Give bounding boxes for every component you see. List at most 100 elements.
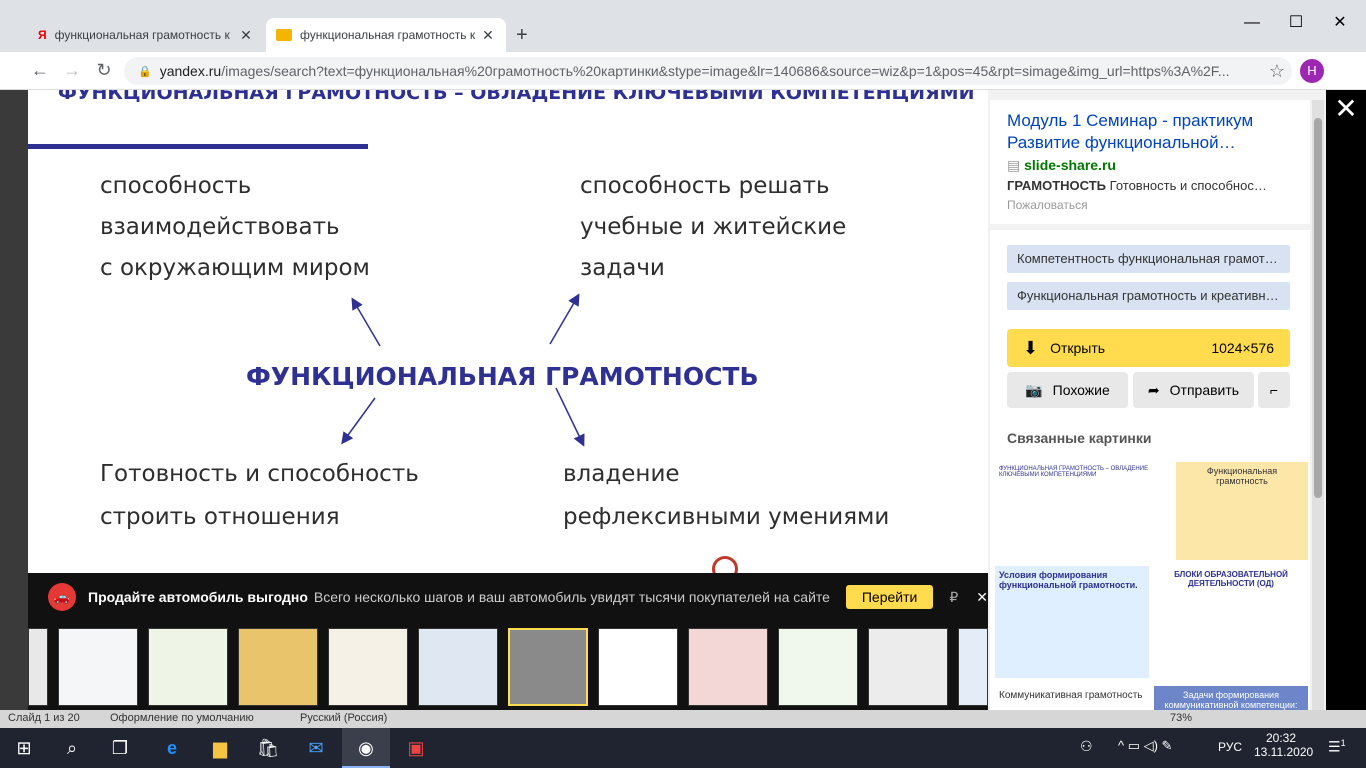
tab-label: функциональная грамотность к [54, 28, 230, 42]
url-host: yandex.ru [159, 63, 222, 79]
related-images-title: Связанные картинки [1007, 430, 1152, 446]
profile-avatar[interactable]: Н [1300, 59, 1324, 83]
related-query-button[interactable]: Функциональная грамотность и креативн… [1007, 282, 1290, 310]
similar-label: Похожие [1052, 382, 1110, 398]
related-image[interactable]: Условия формирования функциональной грам… [995, 566, 1149, 678]
tab-yandex-images[interactable]: функциональная грамотность к ✕ [266, 18, 506, 52]
arrow-down-right [555, 387, 585, 447]
thumbnail[interactable] [28, 628, 48, 706]
ad-banner[interactable]: 🚗 Продайте автомобиль выгодно Всего неск… [28, 573, 988, 621]
theme-name: Оформление по умолчанию [110, 712, 254, 724]
related-image[interactable]: ФУНКЦИОНАЛЬНАЯ ГРАМОТНОСТЬ – ОВЛАДЕНИЕ К… [995, 462, 1171, 560]
thumbnail[interactable] [958, 628, 988, 706]
arrow-down-left [341, 397, 376, 445]
task-view-icon[interactable]: ❐ [96, 728, 144, 768]
tab-close-icon[interactable]: ✕ [238, 27, 254, 44]
sidebar-scrollbar-thumb[interactable] [1314, 118, 1322, 498]
open-image-button[interactable]: ⬇ Открыть 1024×576 [1007, 329, 1290, 367]
bookmark-star-icon[interactable]: ☆ [1262, 61, 1292, 82]
tab-close-icon[interactable]: ✕ [480, 27, 496, 44]
new-tab-button[interactable]: + [516, 24, 528, 47]
thumbnail[interactable] [688, 628, 768, 706]
people-icon[interactable]: ⚇ [1080, 738, 1093, 755]
thumbnail[interactable] [328, 628, 408, 706]
tray-icons[interactable]: ^ ▭ ◁) ✎ [1118, 738, 1172, 754]
source-site-text: slide-share.ru [1024, 157, 1116, 173]
close-viewer-button[interactable]: ✕ [1330, 94, 1362, 126]
ad-close-icon[interactable]: ✕ [976, 589, 988, 606]
thumbnail[interactable] [238, 628, 318, 706]
source-snippet: ГРАМОТНОСТЬ Готовность и способнос… [1007, 178, 1297, 193]
bookmark-icon: ⌐ [1269, 382, 1279, 398]
snippet-text: Готовность и способнос… [1106, 178, 1267, 193]
thumbnail-strip [28, 621, 988, 710]
ad-go-button[interactable]: Перейти [845, 585, 934, 609]
slide-count: Слайд 1 из 20 [8, 712, 80, 724]
related-query-button[interactable]: Компетентность функциональная грамот… [1007, 245, 1290, 273]
ad-text: Всего несколько шагов и ваш автомобиль у… [313, 589, 834, 605]
ad-title: Продайте автомобиль выгодно [88, 589, 308, 605]
related-image[interactable]: БЛОКИ ОБРАЗОВАТЕЛЬНОЙ ДЕЯТЕЛЬНОСТИ (ОД) [1154, 566, 1308, 678]
image-size: 1024×576 [1211, 340, 1274, 356]
arrow-up-left [351, 297, 381, 347]
share-label: Отправить [1169, 382, 1240, 398]
zoom-level: 73% [1170, 712, 1193, 724]
share-arrow-icon: ➦ [1147, 381, 1160, 398]
thumbnail[interactable] [778, 628, 858, 706]
clock[interactable]: 20:32 13.11.2020 [1254, 731, 1313, 759]
windows-start-icon[interactable]: ⊞ [0, 728, 48, 768]
reload-button[interactable]: ↻ [92, 58, 116, 82]
maximize-button[interactable]: ☐ [1276, 8, 1316, 38]
background-status-bar: Слайд 1 из 20 Оформление по умолчанию Ру… [0, 710, 1366, 728]
thumbnail[interactable] [598, 628, 678, 706]
notification-count: 1 [1340, 738, 1346, 748]
car-icon: 🚗 [48, 583, 76, 611]
source-title-link[interactable]: Модуль 1 Семинар - практикум Развитие фу… [1007, 110, 1297, 154]
clock-time: 20:32 [1265, 731, 1297, 745]
tab-yandex-search[interactable]: Я функциональная грамотность к ✕ [28, 18, 264, 52]
camera-icon: 📷 [1025, 381, 1043, 398]
tab-label: функциональная грамотность к [300, 28, 476, 42]
complain-link[interactable]: Пожаловаться [1007, 198, 1088, 212]
close-window-button[interactable]: ✕ [1320, 8, 1360, 38]
arrows [341, 293, 585, 447]
powerpoint-icon[interactable]: ▣ [392, 728, 440, 768]
store-icon[interactable]: 🛍 [244, 728, 292, 768]
site-icon: ▤ [1007, 157, 1025, 173]
arrow-up-right [549, 293, 580, 345]
thumbnail[interactable] [868, 628, 948, 706]
download-icon: ⬇ [1023, 337, 1039, 358]
thumbnail[interactable] [148, 628, 228, 706]
lock-icon: 🔒 [138, 65, 152, 78]
minimize-button[interactable]: — [1232, 8, 1272, 38]
related-image[interactable]: Коммуникативная грамотность [995, 686, 1149, 710]
related-image[interactable]: Функциональная грамотность [1176, 462, 1308, 560]
image-favicon-icon [276, 29, 292, 41]
forward-button[interactable]: → [60, 58, 84, 82]
notifications-icon[interactable]: ☰1 [1328, 738, 1346, 756]
thumbnail[interactable] [58, 628, 138, 706]
chrome-icon[interactable]: ◉ [342, 728, 390, 768]
yandex-favicon-icon: Я [38, 28, 47, 42]
collection-button[interactable]: ⌐ [1258, 372, 1290, 408]
ad-info-icon[interactable]: ₽ [949, 589, 958, 606]
url-path: /images/search?text=функциональная%20гра… [221, 63, 1230, 79]
back-button[interactable]: ← [28, 58, 52, 82]
source-site-link[interactable]: ▤ slide-share.ru [1007, 157, 1116, 174]
thumbnail[interactable] [418, 628, 498, 706]
mail-icon[interactable]: ✉ [292, 728, 340, 768]
background-app [0, 90, 28, 710]
address-bar[interactable]: 🔒 yandex.ru/images/search?text=функциона… [124, 57, 1292, 85]
slide-image[interactable]: ФУНКЦИОНАЛЬНАЯ ГРАМОТНОСТЬ – ОВЛАДЕНИЕ К… [28, 90, 988, 573]
language-status: Русский (Россия) [300, 712, 388, 724]
open-label: Открыть [1050, 340, 1106, 356]
thumbnail-selected[interactable] [508, 628, 588, 706]
share-button[interactable]: ➦ Отправить [1133, 372, 1254, 408]
related-image[interactable]: Задачи формирования коммуникативной комп… [1154, 686, 1308, 710]
folder-icon[interactable]: ▆ [196, 728, 244, 768]
url-text: yandex.ru/images/search?text=функциональ… [160, 63, 1262, 79]
language-indicator[interactable]: РУС [1218, 740, 1242, 754]
similar-button[interactable]: 📷 Похожие [1007, 372, 1128, 408]
edge-icon[interactable]: e [148, 728, 196, 768]
search-icon[interactable]: ⌕ [48, 728, 96, 768]
